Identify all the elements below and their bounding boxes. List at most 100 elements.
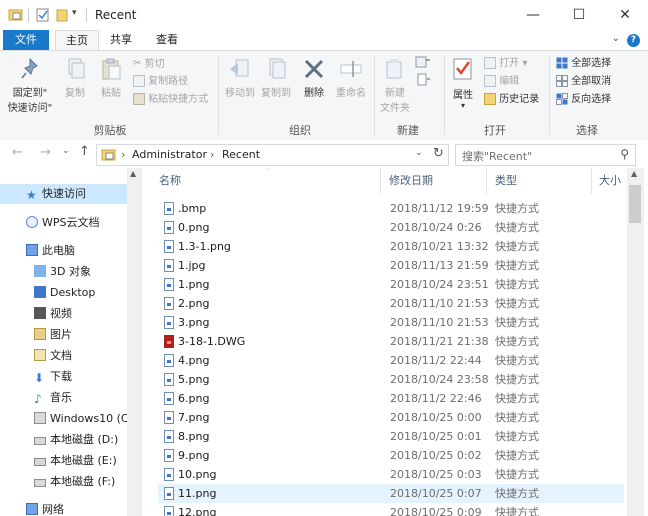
column-header-type[interactable]: 类型	[495, 168, 517, 194]
file-row[interactable]: 4.png 2018/11/2 22:44 快捷方式	[158, 351, 624, 370]
file-row[interactable]: 3.png 2018/11/10 21:53 快捷方式	[158, 313, 624, 332]
column-header-name[interactable]: 名称	[159, 168, 181, 194]
new-folder-button[interactable]: 新建 文件夹	[378, 57, 412, 114]
edit-button[interactable]: 编辑	[484, 74, 519, 90]
properties-dropdown-icon[interactable]: ▾	[448, 101, 478, 110]
breadcrumb-administrator[interactable]: Administrator	[132, 148, 207, 161]
scroll-up-arrow-icon[interactable]: ▲	[130, 169, 136, 178]
file-date: 2018/10/24 0:26	[390, 221, 482, 234]
nav-item-quick-access[interactable]: ★ 快速访问	[0, 184, 127, 204]
forward-arrow-icon[interactable]: →	[40, 145, 51, 160]
folder-properties-icon[interactable]	[8, 7, 24, 23]
breadcrumb-separator-icon[interactable]: ›	[210, 148, 214, 161]
breadcrumb-recent[interactable]: Recent	[222, 148, 260, 161]
file-row[interactable]: 1.png 2018/10/24 23:51 快捷方式	[158, 275, 624, 294]
file-row[interactable]: 10.png 2018/10/25 0:03 快捷方式	[158, 465, 624, 484]
scroll-up-arrow-icon[interactable]: ▲	[631, 169, 637, 178]
paste-button[interactable]: 粘贴	[94, 57, 128, 99]
open-button[interactable]: 打开 ▾	[484, 56, 527, 72]
copy-to-button[interactable]: 复制到	[258, 57, 294, 99]
video-icon	[34, 307, 46, 319]
select-all-icon	[556, 57, 568, 69]
search-icon[interactable]: ⚲	[620, 147, 629, 161]
search-input[interactable]: 搜索"Recent" ⚲	[455, 144, 636, 166]
nav-item-drive-f[interactable]: 本地磁盘 (F:)	[0, 472, 127, 492]
address-dropdown-icon[interactable]: ⌄	[415, 148, 423, 158]
customize-qa-dropdown-icon[interactable]: ▾	[72, 8, 77, 18]
file-list-scrollbar[interactable]: ▲	[627, 168, 644, 516]
paste-shortcut-icon	[133, 93, 145, 105]
properties-button[interactable]: 属性 ▾	[448, 57, 478, 110]
nav-item-downloads[interactable]: ⬇ 下载	[0, 367, 127, 387]
tab-file[interactable]: 文件	[3, 30, 49, 50]
shortcut-file-icon	[164, 278, 174, 291]
shortcut-file-icon	[164, 202, 174, 215]
file-row[interactable]: 0.png 2018/10/24 0:26 快捷方式	[158, 218, 624, 237]
column-divider[interactable]	[380, 168, 381, 194]
move-to-button[interactable]: 移动到	[222, 57, 258, 99]
group-label-new: 新建	[397, 124, 419, 137]
invert-selection-button[interactable]: 反向选择	[556, 92, 611, 108]
properties-check-icon[interactable]	[36, 7, 50, 23]
file-row[interactable]: .bmp 2018/11/12 19:59 快捷方式	[158, 199, 624, 218]
file-row[interactable]: 2.png 2018/11/10 21:53 快捷方式	[158, 294, 624, 313]
nav-item-drive-c[interactable]: Windows10 (C:	[0, 409, 127, 429]
refresh-icon[interactable]: ↻	[433, 146, 444, 161]
column-header-date[interactable]: 修改日期	[389, 168, 433, 194]
file-row[interactable]: 11.png 2018/10/25 0:07 快捷方式	[158, 484, 624, 503]
cut-button[interactable]: ✂ 剪切	[133, 56, 165, 72]
new-folder-icon[interactable]	[56, 7, 68, 23]
delete-button[interactable]: 删除	[298, 57, 330, 99]
shortcut-file-icon	[164, 468, 174, 481]
nav-item-desktop[interactable]: Desktop	[0, 283, 127, 303]
column-divider[interactable]	[486, 168, 487, 194]
history-button[interactable]: 历史记录	[484, 92, 539, 108]
copy-button[interactable]: 复制	[58, 57, 92, 99]
tab-home[interactable]: 主页	[55, 30, 99, 50]
file-row[interactable]: 1.jpg 2018/11/13 21:59 快捷方式	[158, 256, 624, 275]
file-row[interactable]: 7.png 2018/10/25 0:00 快捷方式	[158, 408, 624, 427]
column-header-size[interactable]: 大小	[599, 168, 621, 194]
nav-item-this-pc[interactable]: 此电脑	[0, 241, 127, 261]
tab-view[interactable]: 查看	[144, 30, 190, 50]
nav-item-pictures[interactable]: 图片	[0, 325, 127, 345]
nav-scrollbar[interactable]: ▲	[127, 168, 142, 516]
address-bar[interactable]: › Administrator › Recent ⌄ ↻	[96, 144, 449, 166]
collapse-ribbon-chevron-icon[interactable]: ⌄	[612, 33, 620, 44]
nav-item-drive-d[interactable]: 本地磁盘 (D:)	[0, 430, 127, 450]
up-arrow-icon[interactable]: ↑	[79, 144, 90, 159]
nav-item-documents[interactable]: 文档	[0, 346, 127, 366]
close-button[interactable]: ✕	[602, 0, 648, 30]
back-arrow-icon[interactable]: ←	[12, 145, 23, 160]
rename-button[interactable]: 重命名	[332, 57, 370, 99]
file-row[interactable]: 1.3-1.png 2018/10/21 13:32 快捷方式	[158, 237, 624, 256]
nav-item-network[interactable]: 网络	[0, 500, 127, 516]
easy-access-button[interactable]	[414, 73, 432, 89]
help-icon[interactable]: ?	[627, 34, 640, 47]
file-row[interactable]: 12.png 2018/10/25 0:09 快捷方式	[158, 503, 624, 516]
recent-locations-chevron-icon[interactable]: ⌄	[62, 146, 70, 156]
pin-to-quick-access-button[interactable]: 固定到" 快速访问"	[6, 57, 54, 114]
file-row[interactable]: 5.png 2018/10/24 23:58 快捷方式	[158, 370, 624, 389]
nav-item-drive-e[interactable]: 本地磁盘 (E:)	[0, 451, 127, 471]
nav-item-videos[interactable]: 视频	[0, 304, 127, 324]
copy-path-button[interactable]: 复制路径	[133, 74, 188, 90]
new-item-button[interactable]	[414, 55, 432, 71]
scrollbar-thumb[interactable]	[629, 185, 641, 223]
column-divider[interactable]	[591, 168, 592, 194]
maximize-button[interactable]: ☐	[556, 0, 602, 30]
file-name: .bmp	[178, 202, 207, 215]
nav-item-wps-cloud[interactable]: WPS云文档	[0, 213, 127, 233]
minimize-button[interactable]: —	[510, 0, 556, 30]
file-row[interactable]: 3-18-1.DWG 2018/11/21 21:38 快捷方式	[158, 332, 624, 351]
nav-item-music[interactable]: ♪ 音乐	[0, 388, 127, 408]
paste-shortcut-button[interactable]: 粘贴快捷方式	[133, 92, 208, 108]
file-row[interactable]: 8.png 2018/10/25 0:01 快捷方式	[158, 427, 624, 446]
nav-item-3d-objects[interactable]: 3D 对象	[0, 262, 127, 282]
file-row[interactable]: 9.png 2018/10/25 0:02 快捷方式	[158, 446, 624, 465]
select-all-button[interactable]: 全部选择	[556, 56, 611, 72]
breadcrumb-separator-icon[interactable]: ›	[121, 148, 125, 161]
tab-share[interactable]: 共享	[100, 30, 142, 50]
file-row[interactable]: 6.png 2018/11/2 22:46 快捷方式	[158, 389, 624, 408]
select-none-button[interactable]: 全部取消	[556, 74, 611, 90]
